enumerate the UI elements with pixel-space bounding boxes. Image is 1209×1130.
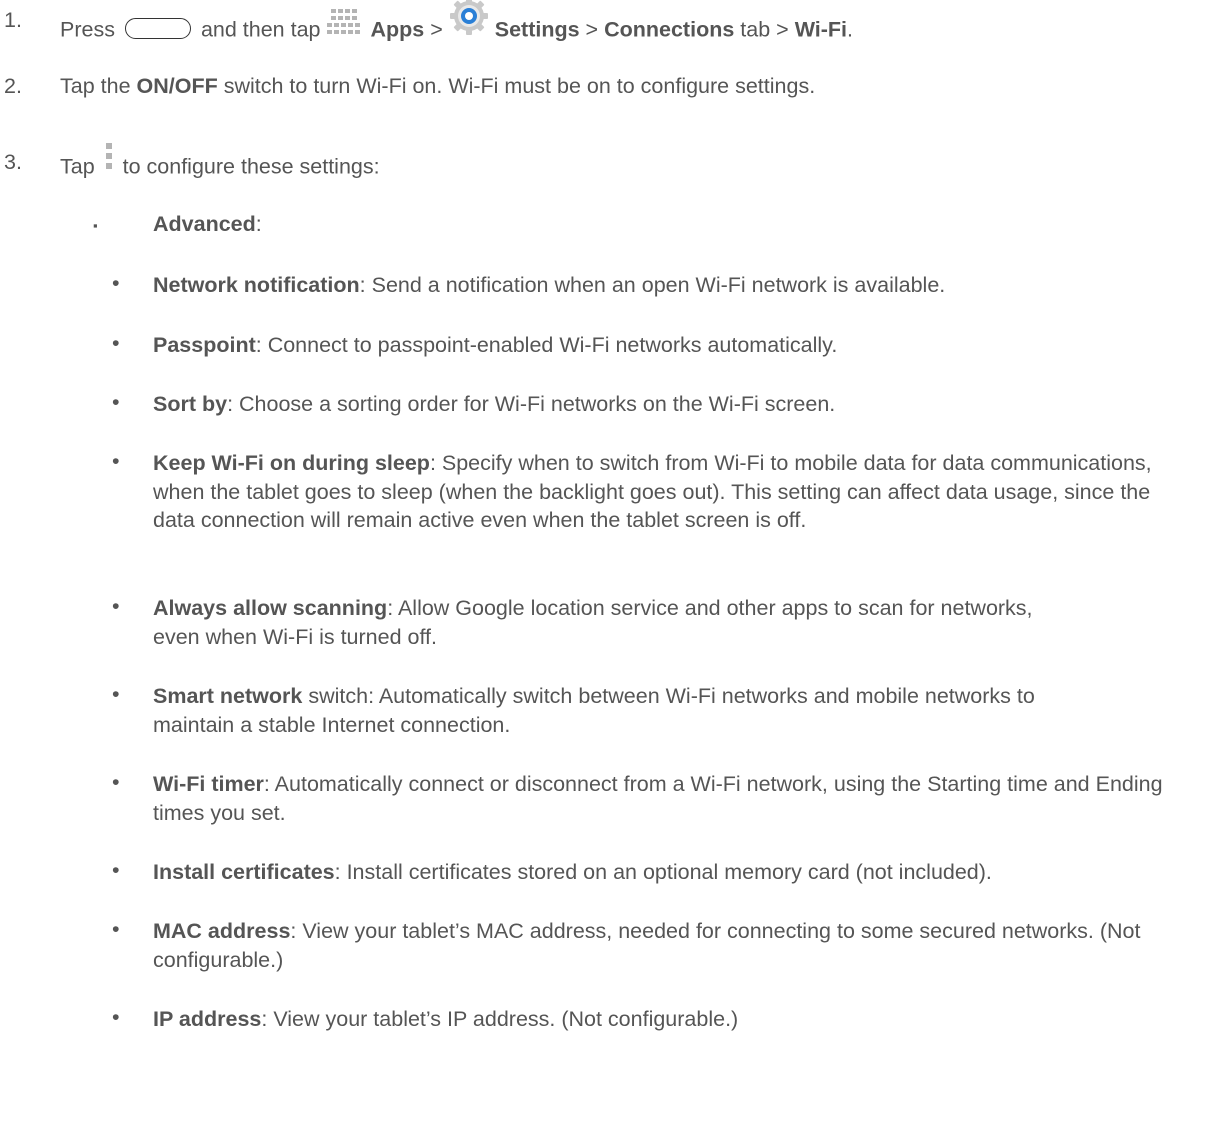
apps-label: Apps [370, 17, 425, 42]
bullet: • [112, 858, 120, 882]
separator: > [430, 17, 443, 42]
apps-grid-icon [326, 8, 364, 42]
bullet: • [112, 770, 120, 794]
step-text: Tap the ON/OFF switch to turn Wi-Fi on. … [60, 74, 815, 99]
step-2-rest: switch to turn Wi-Fi on. Wi-Fi must be o… [223, 74, 816, 98]
tap-text: Tap the [60, 74, 131, 98]
step-number: 3. [4, 150, 22, 174]
step-text: Tap to configure these settings: [60, 143, 380, 186]
bullet: • [112, 390, 120, 414]
bullet: • [112, 271, 120, 295]
item-desc: : View your tablet’s MAC address, needed… [153, 919, 1141, 972]
item-term: Passpoint [153, 333, 256, 357]
item-term: Always allow scanning [153, 596, 388, 620]
bullet: • [112, 449, 120, 473]
advanced-label: Advanced [153, 212, 256, 236]
settings-label: Settings [494, 17, 580, 42]
wifi-label: Wi-Fi [794, 17, 848, 42]
item-term: IP address [153, 1007, 262, 1031]
item-term: Wi-Fi timer [153, 772, 264, 796]
item-desc: : Automatically connect or disconnect fr… [153, 772, 1163, 825]
item-term: Install certificates [153, 860, 335, 884]
item-desc: : Send a notification when an open Wi-Fi… [359, 273, 946, 297]
item-term: Network notification [153, 273, 360, 297]
item-term: MAC address [153, 919, 291, 943]
press-text: Press [60, 17, 115, 42]
settings-gear-icon [449, 0, 489, 42]
home-button-icon [124, 17, 191, 39]
period: . [847, 17, 854, 42]
item-desc: : Choose a sorting order for Wi-Fi netwo… [227, 392, 836, 416]
instruction-page: 1. Press and then tap Apps > Settings > … [0, 0, 1209, 1130]
bullet: • [112, 1005, 120, 1029]
item-desc: : Install certificates stored on an opti… [334, 860, 992, 884]
bullet: • [112, 682, 120, 706]
more-options-icon [105, 142, 113, 178]
square-bullet: ▪ [93, 218, 98, 233]
tab-separator: tab > [740, 17, 789, 42]
item-desc: : View your tablet’s IP address. (Not co… [261, 1007, 739, 1031]
step-3-rest: to configure these settings: [122, 154, 380, 179]
step-number: 2. [4, 74, 22, 98]
and-then-tap-text: and then tap [200, 17, 321, 42]
separator: > [585, 17, 599, 42]
step-number: 1. [4, 8, 22, 32]
connections-label: Connections [604, 17, 735, 42]
bullet: • [112, 917, 120, 941]
item-term: Keep Wi-Fi on during sleep [153, 451, 430, 475]
onoff-label: ON/OFF [136, 74, 218, 98]
advanced-text: Advanced: [153, 212, 262, 237]
bullet: • [112, 331, 120, 355]
item-term: Sort by [153, 392, 228, 416]
item-desc: : Connect to passpoint-enabled Wi-Fi net… [255, 333, 838, 357]
colon: : [255, 212, 262, 236]
item-term: Smart network [153, 684, 303, 708]
tap-text: Tap [60, 154, 95, 179]
bullet: • [112, 594, 120, 618]
step-text: Press and then tap Apps > Settings > Con… [60, 0, 854, 54]
